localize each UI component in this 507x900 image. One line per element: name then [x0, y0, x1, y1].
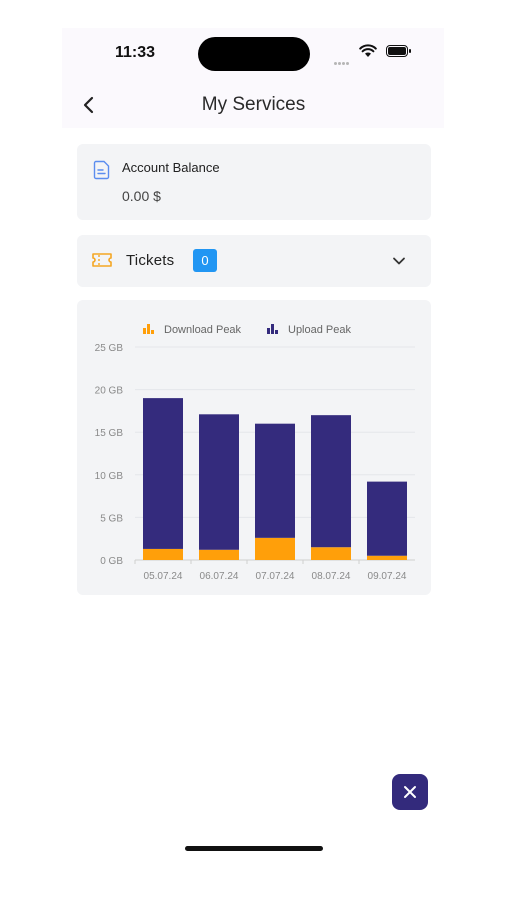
balance-value: 0.00 $	[122, 188, 161, 204]
legend-swatch	[151, 330, 154, 334]
legend-swatch	[147, 324, 150, 334]
ticket-icon	[92, 253, 112, 267]
close-icon	[404, 786, 416, 798]
bar-upload	[199, 414, 239, 550]
traffic-chart-card: Download Peak Upload Peak 0 GB 5 GB 10 GB 15 …	[77, 300, 431, 595]
tickets-label: Tickets	[126, 252, 175, 269]
bar-upload	[143, 398, 183, 549]
bar-upload	[311, 415, 351, 548]
bar-download	[143, 548, 183, 560]
close-button[interactable]	[392, 774, 428, 810]
document-icon	[93, 160, 110, 180]
y-tick-label: 0 GB	[100, 556, 123, 567]
y-tick-label: 10 GB	[95, 471, 124, 482]
legend-swatch	[143, 328, 146, 334]
y-tick-label: 20 GB	[95, 386, 124, 397]
status-icons	[334, 44, 414, 65]
tickets-count-badge: 0	[193, 249, 217, 272]
traffic-bar-chart: Download Peak Upload Peak 0 GB 5 GB 10 GB 15 …	[95, 324, 415, 582]
x-tick-label: 09.07.24	[368, 571, 407, 582]
legend-swatch	[267, 328, 270, 334]
bar-download	[311, 547, 351, 560]
dynamic-island	[198, 37, 310, 71]
battery-icon	[386, 45, 411, 57]
x-tick-label: 08.07.24	[312, 571, 351, 582]
y-tick-label: 15 GB	[95, 428, 124, 439]
status-time: 11:33	[115, 44, 156, 61]
bar-download	[367, 555, 407, 560]
y-tick-label: 25 GB	[95, 343, 124, 354]
bar-upload	[255, 423, 295, 538]
legend-label: Upload Peak	[288, 324, 351, 336]
home-indicator	[185, 846, 323, 851]
legend-label: Download Peak	[164, 324, 242, 336]
legend-swatch	[271, 324, 274, 334]
page-title: My Services	[201, 94, 306, 115]
balance-label: Account Balance	[122, 160, 220, 175]
account-balance-card: Account Balance 0.00 $	[77, 144, 431, 220]
tickets-accordion[interactable]: Tickets 0	[77, 235, 431, 287]
bar-download	[255, 537, 295, 560]
x-tick-label: 05.07.24	[144, 571, 183, 582]
signal-icon	[334, 52, 350, 70]
x-tick-label: 06.07.24	[200, 571, 239, 582]
y-tick-label: 5 GB	[100, 513, 123, 524]
chevron-down-icon[interactable]	[391, 253, 407, 269]
wifi-icon	[359, 44, 377, 57]
bar-download	[199, 549, 239, 560]
bar-upload	[367, 481, 407, 556]
x-tick-label: 07.07.24	[256, 571, 295, 582]
legend-swatch	[275, 330, 278, 334]
